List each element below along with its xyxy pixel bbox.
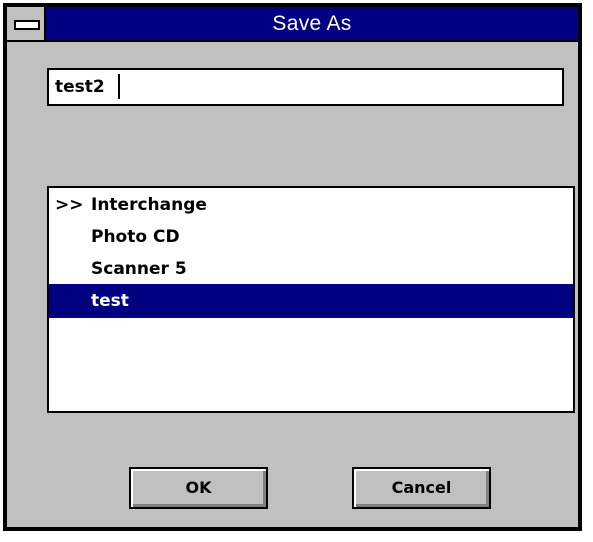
list-item-scanner-5[interactable]: Scanner 5 <box>49 252 573 286</box>
system-menu-button[interactable] <box>7 7 46 40</box>
dialog-title: Save As <box>272 12 352 35</box>
text-caret <box>118 74 120 99</box>
system-menu-icon <box>14 20 40 30</box>
filename-input[interactable] <box>47 68 564 106</box>
list-item-photo-cd[interactable]: Photo CD <box>49 220 573 254</box>
cancel-button[interactable]: Cancel <box>352 467 491 509</box>
list-item-label: Interchange <box>91 195 207 215</box>
ok-button[interactable]: OK <box>129 467 268 509</box>
folder-list[interactable]: >> Interchange Photo CD Scanner 5 test <box>47 186 575 413</box>
save-as-dialog: Save As >> Interchange Photo CD Scanner … <box>3 3 582 531</box>
title-bar[interactable]: Save As <box>7 7 578 42</box>
list-item-interchange[interactable]: >> Interchange <box>49 188 573 222</box>
list-item-test[interactable]: test <box>49 284 573 318</box>
current-folder-marker: >> <box>55 195 84 215</box>
list-item-label: Scanner 5 <box>91 259 187 279</box>
list-item-label: test <box>91 291 129 311</box>
list-item-label: Photo CD <box>91 227 180 247</box>
